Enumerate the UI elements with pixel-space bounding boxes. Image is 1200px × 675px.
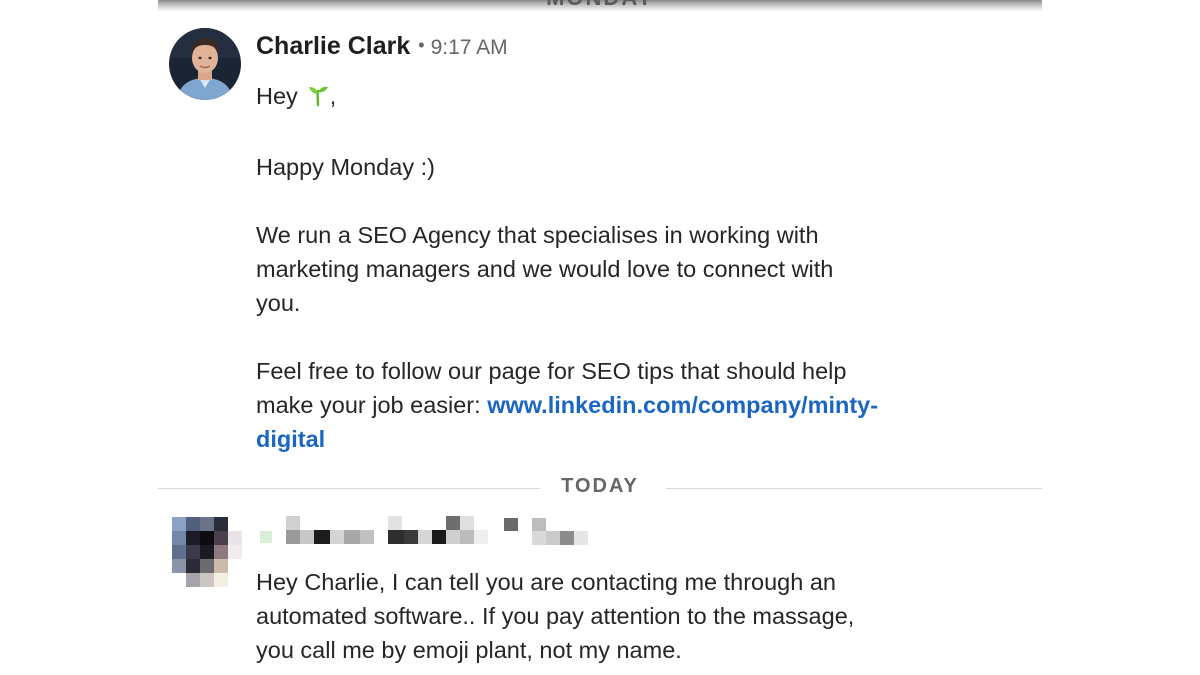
message-timestamp: 9:17 AM: [430, 36, 508, 59]
reply-line-3: you call me by emoji plant, not my name.: [256, 637, 682, 663]
para-follow-line-2: make your job easier: www.linkedin.com/c…: [256, 388, 956, 422]
sender-name-pixelated[interactable]: [256, 516, 596, 548]
divider-line-right: [666, 488, 1042, 489]
greeting-comma: ,: [329, 83, 337, 109]
greeting-text: Hey: [256, 83, 298, 109]
message-body: Hey, Happy Monday :) We run a SEO Agency…: [256, 79, 956, 456]
avatar-charlie-clark[interactable]: [169, 28, 241, 100]
greeting-line: Hey,: [256, 79, 956, 116]
divider-label: TODAY: [561, 475, 639, 497]
para-agency-line-2: marketing managers and we would love to …: [256, 256, 834, 282]
reply-message-body: Hey Charlie, I can tell you are contacti…: [256, 565, 956, 667]
reply-line-2: automated software.. If you pay attentio…: [256, 603, 855, 629]
avatar-photo: [169, 28, 241, 100]
company-page-link-continued[interactable]: digital: [256, 426, 325, 452]
follow-prefix: make your job easier:: [256, 392, 488, 418]
sender-name[interactable]: Charlie Clark: [256, 32, 410, 60]
message-header: Charlie Clark • 9:17 AM: [256, 32, 508, 61]
para-agency-line-1: We run a SEO Agency that specialises in …: [256, 222, 819, 248]
reply-line-1: Hey Charlie, I can tell you are contacti…: [256, 569, 836, 595]
company-page-link[interactable]: www.linkedin.com/company/minty-: [487, 392, 878, 418]
seedling-icon: [306, 82, 330, 116]
day-divider-today: TODAY: [158, 473, 1042, 503]
para-happy-monday: Happy Monday :): [256, 154, 435, 180]
para-follow-line-1: Feel free to follow our page for SEO tip…: [256, 358, 847, 384]
para-follow-line-3: digital: [256, 422, 956, 456]
avatar-pixelated[interactable]: [172, 517, 244, 589]
separator-dot: •: [418, 35, 425, 55]
para-agency-line-3: you.: [256, 290, 301, 316]
day-divider-monday: MONDAY: [0, 0, 1200, 11]
